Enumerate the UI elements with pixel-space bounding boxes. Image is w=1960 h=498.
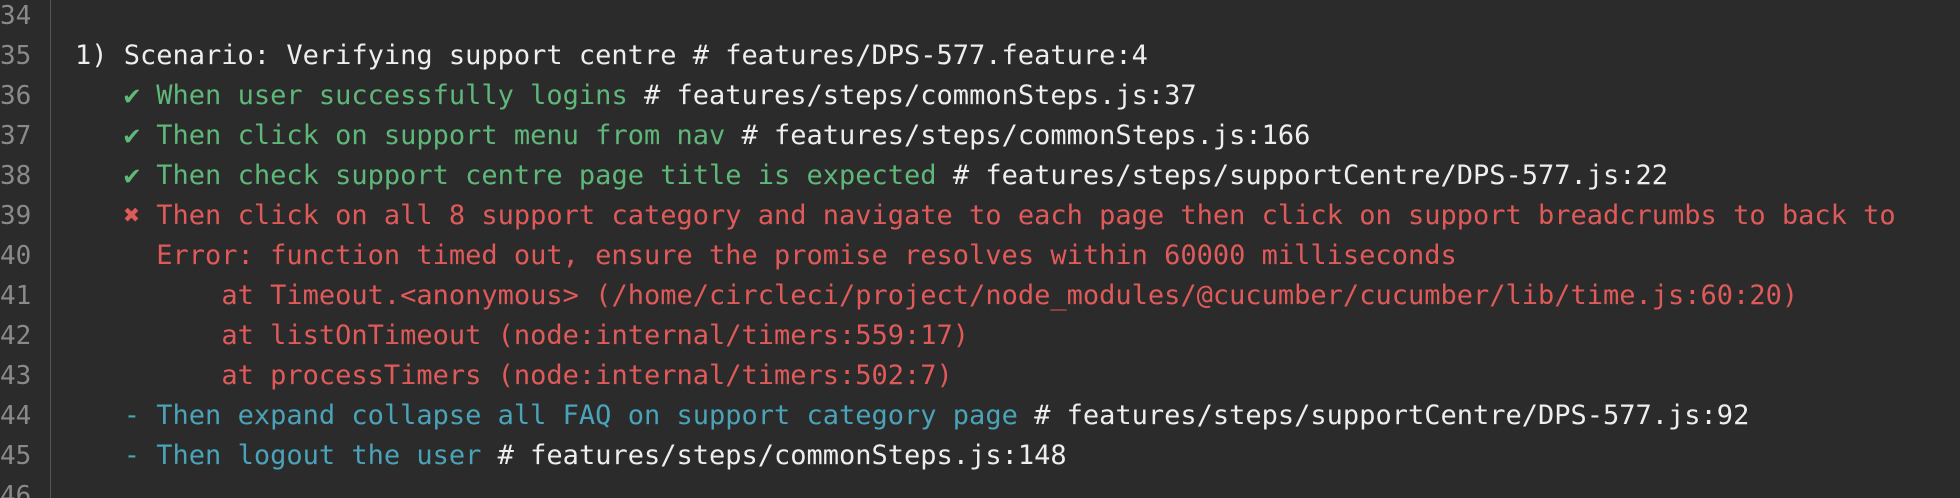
log-line: 38 ✔ Then check support centre page titl…: [0, 156, 1960, 196]
log-text-segment: - Then expand collapse all FAQ on suppor…: [123, 400, 1018, 431]
log-line: 39 ✖ Then click on all 8 support categor…: [0, 196, 1960, 236]
log-line: 41 at Timeout.<anonymous> (/home/circlec…: [0, 276, 1960, 316]
line-content: ✔ Then click on support menu from nav # …: [75, 116, 1311, 156]
log-text-segment: # features/steps/supportCentre/DPS-577.j…: [1017, 400, 1750, 431]
terminal-output: 34 35 1) Scenario: Verifying support centr…: [0, 0, 1960, 498]
line-number: 46: [0, 481, 32, 498]
log-text-segment: 1) Scenario: Verifying support centre # …: [75, 40, 1148, 71]
line-number: 38: [0, 161, 32, 191]
line-number: 35: [0, 41, 32, 71]
log-text-segment: at listOnTimeout (node:internal/timers:5…: [221, 320, 970, 351]
log-line: 46: [0, 476, 1960, 498]
log-line: 36 ✔ When user successfully logins # fea…: [0, 76, 1960, 116]
log-line: 40 Error: function timed out, ensure the…: [0, 236, 1960, 276]
line-number: 44: [0, 401, 32, 431]
line-number: 41: [0, 281, 32, 311]
log-line: 37 ✔ Then click on support menu from nav…: [0, 116, 1960, 156]
log-line: 45 - Then logout the user # features/ste…: [0, 436, 1960, 476]
line-content: - Then expand collapse all FAQ on suppor…: [75, 396, 1750, 436]
log-text-segment: # features/steps/commonSteps.js:148: [481, 440, 1067, 471]
log-line: 34: [0, 0, 1960, 36]
log-text-segment: ✖ Then click on all 8 support category a…: [123, 200, 1896, 231]
line-content: - Then logout the user # features/steps/…: [75, 436, 1067, 476]
line-content: at listOnTimeout (node:internal/timers:5…: [75, 316, 969, 356]
log-text-segment: # features/steps/supportCentre/DPS-577.j…: [936, 160, 1669, 191]
log-text-segment: ✔ Then check support centre page title i…: [123, 160, 937, 191]
line-number: 36: [0, 81, 32, 111]
log-line: 43 at processTimers (node:internal/timer…: [0, 356, 1960, 396]
log-text-segment: # features/steps/commonSteps.js:37: [627, 80, 1197, 111]
log-text-segment: at processTimers (node:internal/timers:5…: [221, 360, 953, 391]
log-text-segment: - Then logout the user: [123, 440, 482, 471]
line-number: 34: [0, 1, 32, 31]
log-line: 42 at listOnTimeout (node:internal/timer…: [0, 316, 1960, 356]
log-text-segment: Error: function timed out, ensure the pr…: [156, 240, 1457, 271]
log-text-segment: ✔ Then click on support menu from nav: [123, 120, 726, 151]
log-line: 44 - Then expand collapse all FAQ on sup…: [0, 396, 1960, 436]
line-number: 40: [0, 241, 32, 271]
line-content: at processTimers (node:internal/timers:5…: [75, 356, 953, 396]
line-content: ✖ Then click on all 8 support category a…: [75, 196, 1896, 236]
line-content: ✔ Then check support centre page title i…: [75, 156, 1668, 196]
line-number: 42: [0, 321, 32, 351]
log-text-segment: at Timeout.<anonymous> (/home/circleci/p…: [221, 280, 1799, 311]
line-number: 43: [0, 361, 32, 391]
log-text-segment: ✔ When user successfully logins: [123, 80, 628, 111]
line-content: Error: function timed out, ensure the pr…: [75, 236, 1457, 276]
line-number: 37: [0, 121, 32, 151]
line-number: 45: [0, 441, 32, 471]
line-content: 1) Scenario: Verifying support centre # …: [75, 36, 1148, 76]
line-number: 39: [0, 201, 32, 231]
log-line: 35 1) Scenario: Verifying support centre …: [0, 36, 1960, 76]
log-text-segment: # features/steps/commonSteps.js:166: [725, 120, 1311, 151]
line-content: ✔ When user successfully logins # featur…: [75, 76, 1197, 116]
line-content: at Timeout.<anonymous> (/home/circleci/p…: [75, 276, 1798, 316]
